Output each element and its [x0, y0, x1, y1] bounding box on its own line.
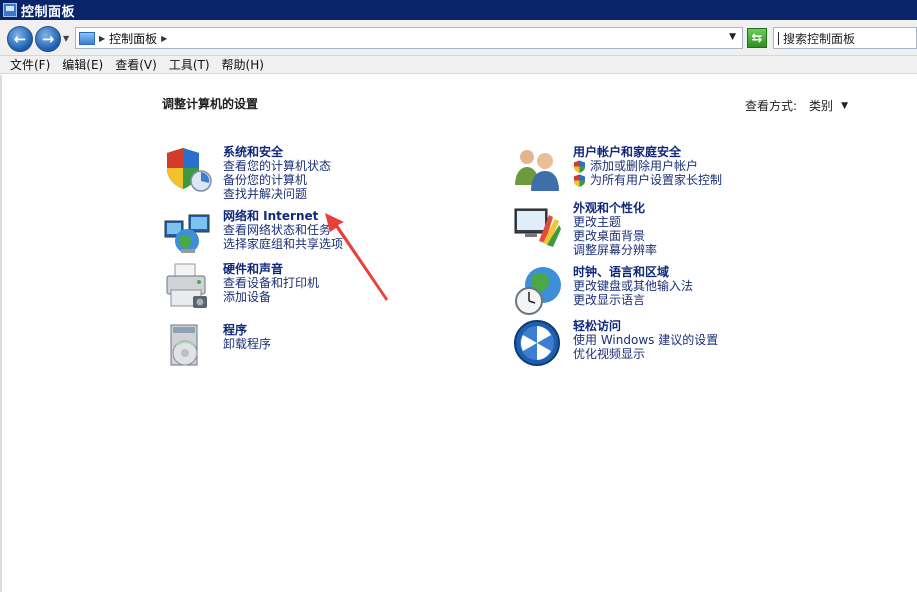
category-title-clock-region[interactable]: 时钟、语言和区域 — [573, 265, 873, 279]
clock-globe-icon[interactable] — [513, 265, 563, 315]
search-placeholder: 搜索控制面板 — [783, 31, 856, 46]
address-toolbar: ← → ▼ ▶ 控制面板 ▶ ▼ ⇆ 搜索控制面板 — [0, 20, 917, 56]
link-uninstall-program[interactable]: 卸载程序 — [223, 337, 523, 351]
title-bar: 控制面板 — [0, 0, 917, 20]
category-title-appearance[interactable]: 外观和个性化 — [573, 201, 873, 215]
view-by-label: 查看方式: — [745, 99, 798, 113]
category-title-hardware-sound[interactable]: 硬件和声音 — [223, 262, 523, 276]
ease-of-access-icon[interactable] — [513, 319, 563, 369]
link-homegroup-sharing[interactable]: 选择家庭组和共享选项 — [223, 237, 523, 251]
programs-disc-icon[interactable] — [163, 323, 213, 373]
link-backup-computer[interactable]: 备份您的计算机 — [223, 173, 523, 187]
window-title: 控制面板 — [21, 4, 76, 20]
address-history-dropdown[interactable]: ▼ — [729, 32, 736, 42]
category-title-system-security[interactable]: 系统和安全 — [223, 145, 523, 159]
link-windows-recommended-settings[interactable]: 使用 Windows 建议的设置 — [573, 333, 873, 347]
users-icon[interactable] — [513, 145, 563, 195]
uac-shield-icon — [574, 174, 585, 187]
link-parental-controls-label: 为所有用户设置家长控制 — [590, 173, 723, 187]
link-parental-controls[interactable]: 为所有用户设置家长控制 — [573, 173, 873, 187]
recent-pages-dropdown[interactable]: ▼ — [63, 34, 69, 43]
link-troubleshoot[interactable]: 查找并解决问题 — [223, 187, 523, 201]
forward-button[interactable]: → — [35, 26, 61, 52]
link-change-desktop-background[interactable]: 更改桌面背景 — [573, 229, 873, 243]
control-panel-app-icon — [3, 3, 17, 17]
menu-help[interactable]: 帮助(H) — [222, 56, 264, 73]
menu-bar: 文件(F) 编辑(E) 查看(V) 工具(T) 帮助(H) — [0, 56, 917, 74]
arrow-left-icon: ← — [13, 30, 27, 48]
network-globe-icon[interactable] — [163, 209, 213, 259]
link-devices-printers[interactable]: 查看设备和打印机 — [223, 276, 523, 290]
link-view-computer-status[interactable]: 查看您的计算机状态 — [223, 159, 523, 173]
search-input[interactable]: 搜索控制面板 — [773, 27, 917, 49]
link-view-network-status[interactable]: 查看网络状态和任务 — [223, 223, 523, 237]
link-change-display-language[interactable]: 更改显示语言 — [573, 293, 873, 307]
chevron-right-icon[interactable]: ▶ — [161, 34, 167, 43]
category-title-programs[interactable]: 程序 — [223, 323, 523, 337]
view-by-dropdown[interactable]: 类别 — [809, 97, 833, 114]
view-by-control: 查看方式: 类别 ▼ — [745, 97, 848, 114]
category-title-user-accounts[interactable]: 用户帐户和家庭安全 — [573, 145, 873, 159]
refresh-button[interactable]: ⇆ — [747, 28, 767, 48]
control-panel-icon — [79, 31, 95, 45]
link-add-remove-users-label: 添加或删除用户帐户 — [590, 159, 699, 173]
chevron-down-icon[interactable]: ▼ — [841, 101, 848, 111]
refresh-icon: ⇆ — [751, 30, 763, 46]
link-add-remove-users[interactable]: 添加或删除用户帐户 — [573, 159, 873, 173]
link-add-device[interactable]: 添加设备 — [223, 290, 523, 304]
address-bar[interactable]: ▶ 控制面板 ▶ ▼ — [75, 27, 743, 49]
link-change-input-method[interactable]: 更改键盘或其他输入法 — [573, 279, 873, 293]
category-title-network-internet[interactable]: 网络和 Internet — [223, 209, 523, 223]
control-panel-content: 调整计算机的设置 查看方式: 类别 ▼ 系统和安全 查看您的计算机状态 备份您的… — [0, 75, 917, 592]
link-optimize-visual-display[interactable]: 优化视频显示 — [573, 347, 873, 361]
category-title-ease-access[interactable]: 轻松访问 — [573, 319, 873, 333]
monitor-palette-icon[interactable] — [513, 201, 563, 251]
menu-edit[interactable]: 编辑(E) — [62, 56, 103, 73]
page-title: 调整计算机的设置 — [162, 97, 259, 111]
menu-view[interactable]: 查看(V) — [115, 56, 157, 73]
menu-file[interactable]: 文件(F) — [10, 56, 50, 73]
arrow-right-icon: → — [41, 30, 55, 48]
text-caret — [778, 31, 779, 45]
link-change-theme[interactable]: 更改主题 — [573, 215, 873, 229]
shield-icon[interactable] — [163, 145, 213, 195]
printer-icon[interactable] — [163, 262, 213, 312]
uac-shield-icon — [574, 160, 585, 173]
link-adjust-resolution[interactable]: 调整屏幕分辨率 — [573, 243, 873, 257]
breadcrumb-separator-icon[interactable]: ▶ — [99, 34, 105, 43]
breadcrumb-control-panel[interactable]: 控制面板 — [109, 30, 157, 47]
back-button[interactable]: ← — [7, 26, 33, 52]
menu-tools[interactable]: 工具(T) — [169, 56, 210, 73]
